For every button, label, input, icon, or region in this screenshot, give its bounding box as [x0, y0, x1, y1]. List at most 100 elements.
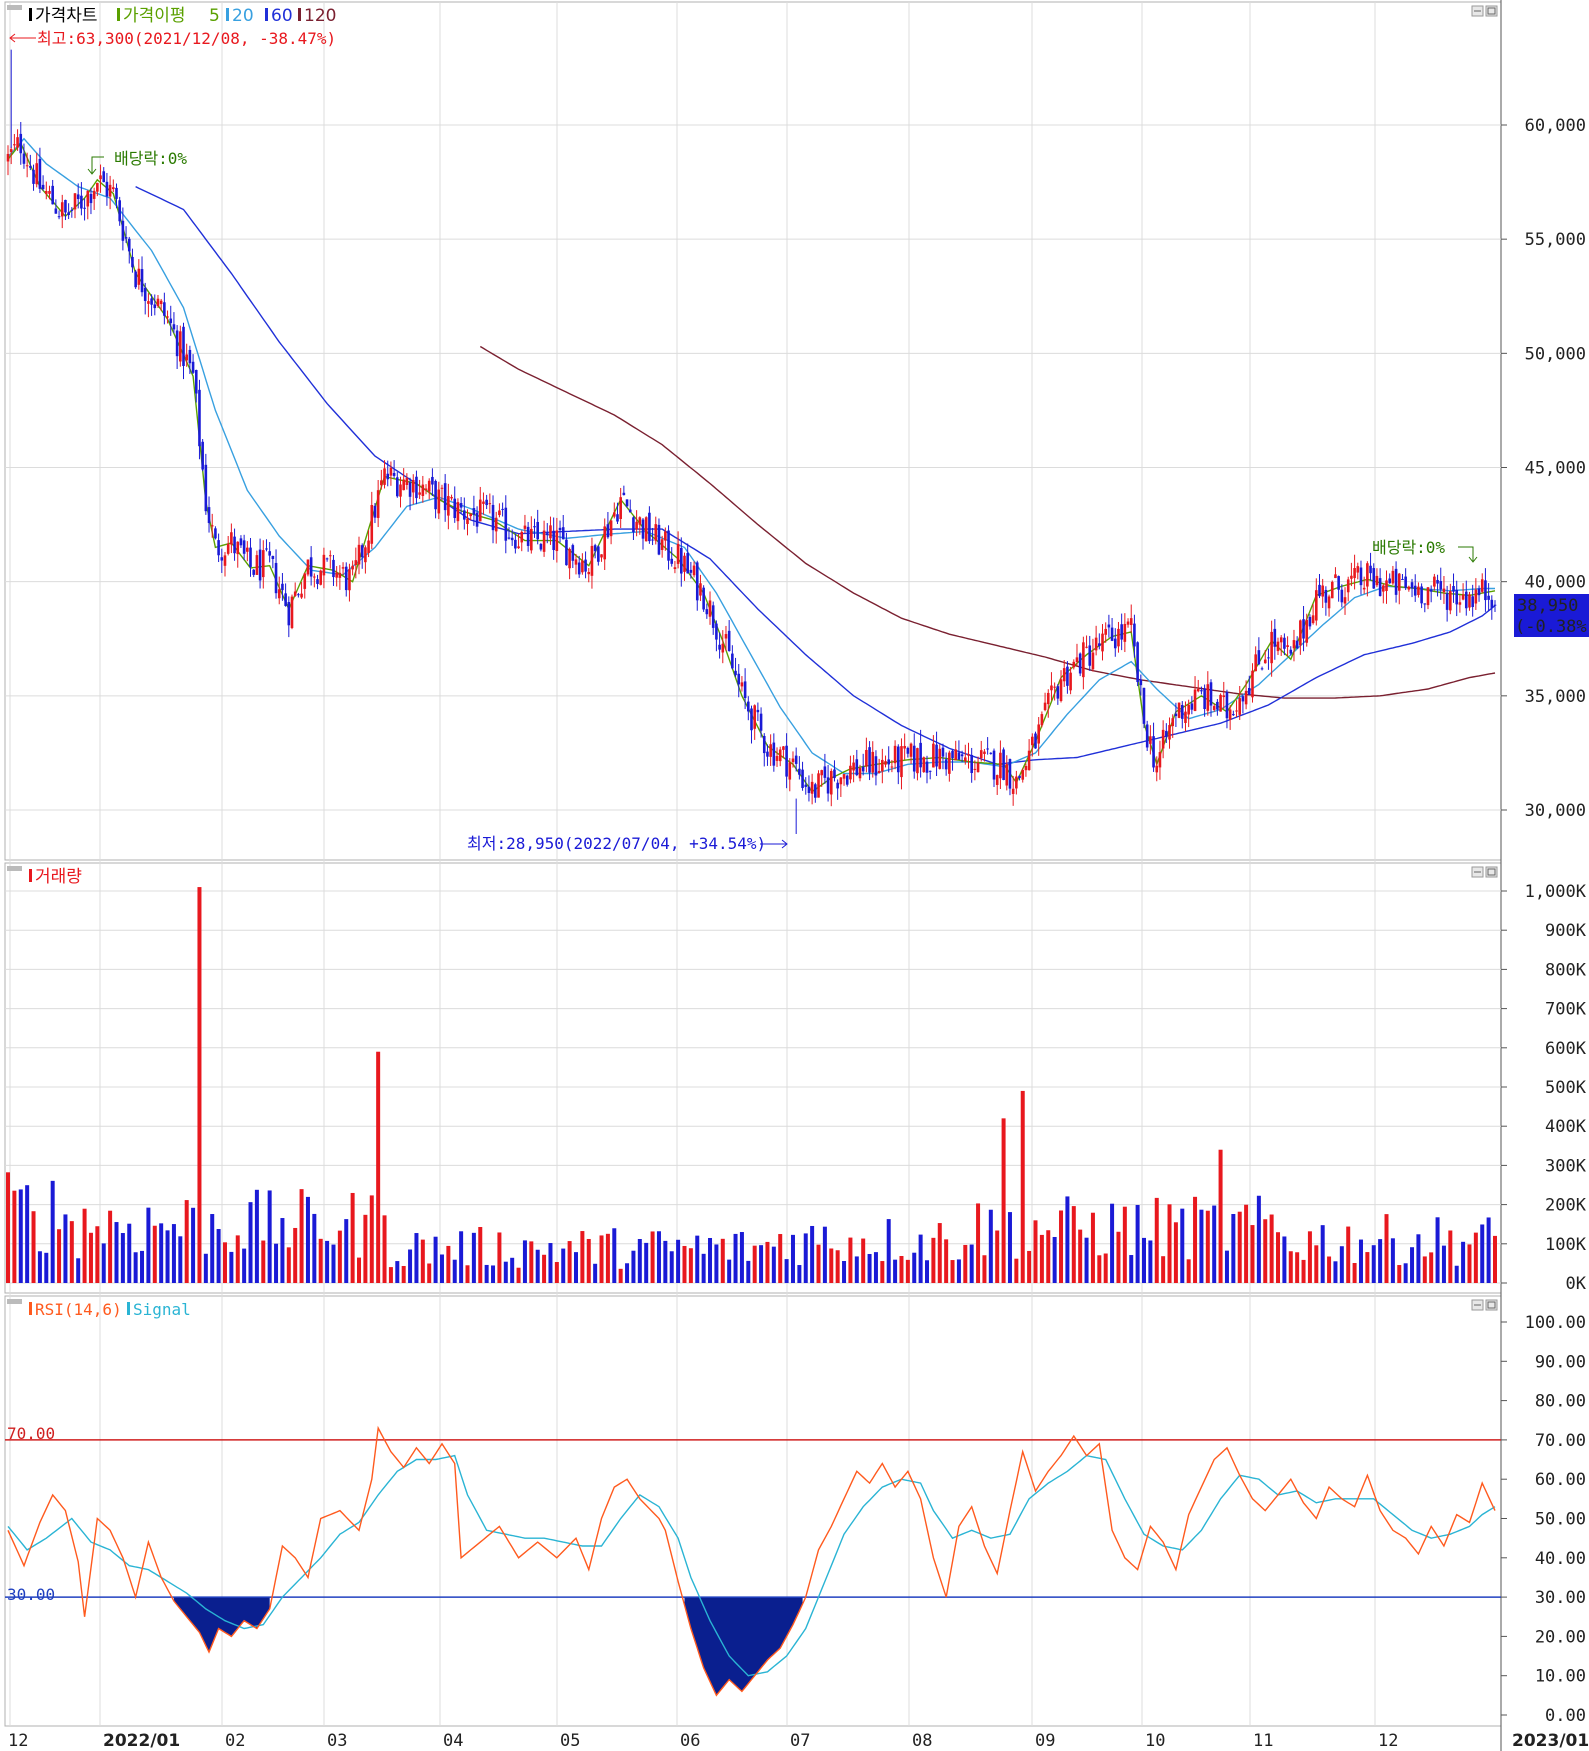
candle-body — [938, 748, 942, 769]
candle-body — [1308, 616, 1312, 627]
candle-body — [1292, 640, 1296, 649]
candle-body — [881, 759, 884, 772]
legend-volume-title: 거래량 — [35, 867, 82, 887]
chart-canvas: 60,000 55,000 50,000 45,000 40,000 35,000 30,0… — [0, 0, 1589, 1751]
candle-body — [341, 567, 345, 569]
candle-body — [692, 565, 696, 576]
candle-body — [261, 550, 265, 578]
candle-body — [1471, 596, 1474, 608]
candle-body — [992, 750, 996, 780]
candle-body — [616, 514, 619, 522]
volume-bar — [548, 1243, 553, 1283]
candle-body — [705, 609, 709, 615]
candle-body — [1433, 576, 1436, 587]
candle-body — [188, 349, 192, 364]
volume-bar — [178, 1236, 183, 1283]
y-tick-label: 300K — [1545, 1156, 1587, 1176]
volume-bar — [644, 1242, 649, 1283]
candle-body — [418, 492, 421, 495]
candle-body — [1343, 597, 1347, 604]
candle-body — [657, 524, 661, 555]
candle-body — [1382, 585, 1385, 592]
candle-body — [734, 670, 737, 676]
volume-bar — [1033, 1220, 1038, 1283]
volume-bar — [1103, 1253, 1108, 1283]
volume-bar — [146, 1207, 151, 1283]
candle-body — [76, 194, 80, 200]
candle-body — [38, 158, 42, 189]
volume-bar — [950, 1260, 955, 1283]
current-price-box: 38,950 (-0.38%) — [1514, 594, 1589, 637]
candle-body — [386, 473, 390, 480]
candle-body — [1362, 587, 1366, 590]
volume-bar — [401, 1265, 406, 1283]
volume-bar — [203, 1253, 208, 1283]
candle-body — [1059, 679, 1063, 701]
volume-bar — [1180, 1208, 1185, 1283]
candle-body — [836, 782, 839, 789]
candle-body — [408, 482, 412, 497]
candle-body — [740, 682, 744, 687]
volume-bar — [835, 1250, 840, 1283]
candle-body — [214, 528, 217, 539]
volume-bar — [12, 1190, 17, 1283]
candle-body — [1104, 628, 1107, 635]
candle-body — [638, 517, 642, 525]
candle-body — [1149, 736, 1152, 744]
y-tick-label: 600K — [1545, 1039, 1587, 1059]
candle-body — [718, 644, 721, 650]
candle-body — [48, 190, 51, 194]
candle-body — [1177, 702, 1181, 718]
volume-bar — [1065, 1196, 1070, 1283]
candle-body — [973, 768, 977, 770]
candle-body — [1442, 588, 1446, 593]
candle-body — [865, 749, 868, 767]
candle-body — [577, 562, 581, 575]
volume-bar — [1307, 1231, 1312, 1283]
candle-body — [303, 573, 307, 589]
candle-body — [1353, 568, 1356, 579]
candle-body — [415, 476, 418, 499]
candle-body — [246, 547, 249, 552]
candle-body — [1209, 682, 1213, 706]
candle-body — [1222, 695, 1226, 698]
candle-body — [35, 163, 39, 185]
candle-body — [1113, 638, 1117, 649]
legend-swatch-ma60 — [265, 8, 268, 21]
candle-body — [124, 237, 128, 239]
volume-bar — [50, 1180, 55, 1283]
volume-bar — [778, 1234, 783, 1283]
volume-bar — [1084, 1237, 1089, 1283]
candle-body — [762, 735, 766, 754]
candle-body — [539, 543, 543, 550]
candle-body — [1394, 568, 1398, 595]
candle-body — [1133, 623, 1136, 647]
y-tick-label: 10.00 — [1535, 1667, 1586, 1687]
low-annotation: 최저:28,950(2022/07/04, +34.54%) — [467, 834, 788, 853]
candle-body — [941, 747, 945, 757]
candle-body — [1046, 692, 1050, 705]
volume-bar — [1122, 1206, 1127, 1283]
candle-body — [1305, 619, 1309, 643]
volume-bar — [331, 1244, 336, 1283]
rsi-level-70-label: 70.00 — [7, 1424, 55, 1443]
candle-body — [651, 539, 654, 541]
volume-bar — [1390, 1238, 1395, 1283]
y-tick-label: 0K — [1566, 1274, 1587, 1294]
candle-body — [1401, 579, 1404, 581]
volume-bar — [542, 1254, 547, 1283]
candle-body — [1031, 736, 1034, 746]
candle-body — [679, 547, 683, 574]
candle-body — [568, 549, 571, 569]
volume-bar — [1378, 1239, 1383, 1283]
candle-body — [1152, 736, 1155, 768]
candle-body — [498, 510, 501, 516]
candle-body — [1480, 579, 1484, 592]
candle-body — [131, 256, 134, 268]
volume-bar — [650, 1231, 655, 1283]
high-annotation: 최고:63,300(2021/12/08, -38.47%) — [9, 29, 336, 48]
candle-body — [309, 557, 313, 577]
volume-bar — [37, 1251, 42, 1283]
candle-body — [399, 484, 402, 497]
candle-body — [367, 540, 370, 553]
